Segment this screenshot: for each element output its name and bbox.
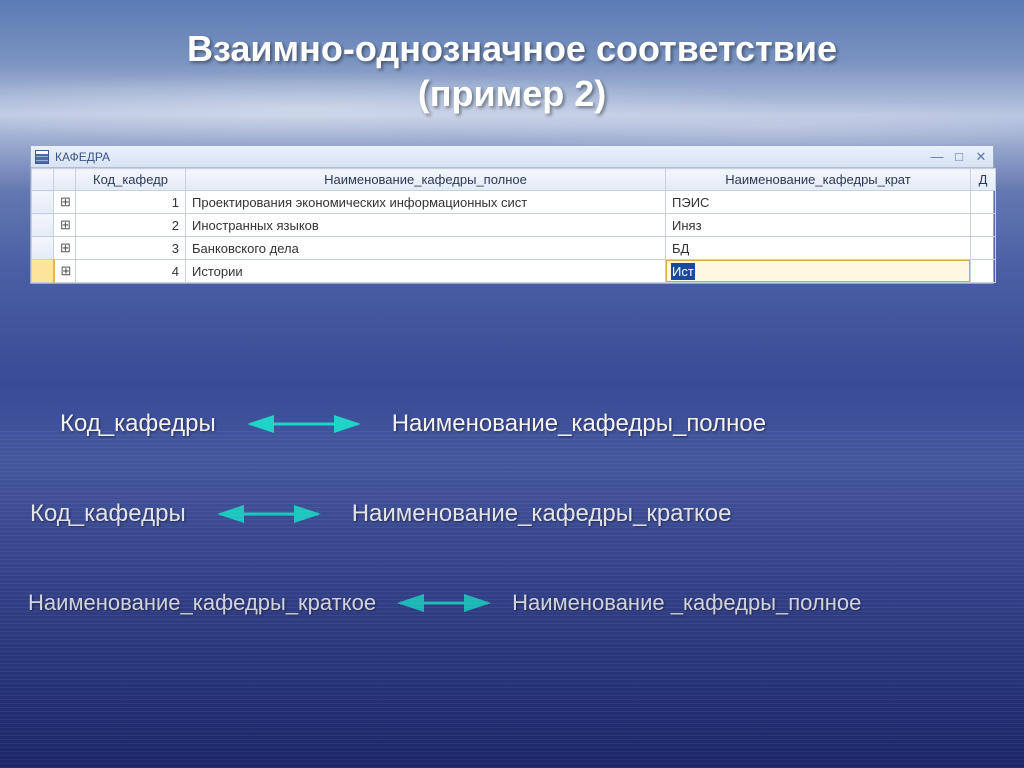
maximize-button[interactable]: □ [951, 149, 967, 165]
data-grid[interactable]: Код_кафедр Наименование_кафедры_полное Н… [31, 168, 996, 283]
expand-toggle[interactable]: ⊞ [54, 260, 76, 283]
row-selector[interactable] [32, 214, 54, 237]
expand-toggle[interactable]: ⊞ [54, 191, 76, 214]
expand-header[interactable] [54, 169, 76, 191]
relation-1-left: Код_кафедры [60, 410, 216, 438]
cell-last[interactable] [971, 260, 996, 283]
cell-full[interactable]: Проектирования экономических информацион… [186, 191, 666, 214]
double-arrow-icon [244, 414, 364, 434]
cell-code[interactable]: 4 [76, 260, 186, 283]
cell-last[interactable] [971, 191, 996, 214]
minimize-button[interactable]: — [929, 149, 945, 165]
db-titlebar[interactable]: КАФЕДРА — □ ✕ [31, 146, 993, 168]
cell-short[interactable]: ПЭИС [666, 191, 971, 214]
close-button[interactable]: ✕ [973, 149, 989, 165]
cell-full[interactable]: Истории [186, 260, 666, 283]
row-selector-header[interactable] [32, 169, 54, 191]
cell-short-editing[interactable]: Ист [666, 260, 971, 283]
relation-2: Код_кафедры Наименование_кафедры_краткое [0, 500, 1024, 528]
table-icon [35, 150, 49, 164]
table-row[interactable]: ⊞ 4 Истории Ист [32, 260, 996, 283]
relation-2-left: Код_кафедры [30, 500, 186, 528]
expand-toggle[interactable]: ⊞ [54, 214, 76, 237]
relation-3: Наименование_кафедры_краткое Наименовани… [0, 590, 1024, 616]
relation-1: Код_кафедры Наименование_кафедры_полное [0, 410, 1024, 438]
cell-code[interactable]: 3 [76, 237, 186, 260]
relation-3-left: Наименование_кафедры_краткое [28, 590, 376, 616]
row-selector[interactable] [32, 260, 54, 283]
db-table-name: КАФЕДРА [55, 150, 110, 164]
col-header-last[interactable]: Д [971, 169, 996, 191]
expand-toggle[interactable]: ⊞ [54, 237, 76, 260]
double-arrow-icon [214, 504, 324, 524]
col-header-code[interactable]: Код_кафедр [76, 169, 186, 191]
cell-last[interactable] [971, 214, 996, 237]
relation-2-right: Наименование_кафедры_краткое [352, 500, 732, 528]
cell-full[interactable]: Иностранных языков [186, 214, 666, 237]
cell-last[interactable] [971, 237, 996, 260]
row-selector[interactable] [32, 191, 54, 214]
table-row[interactable]: ⊞ 1 Проектирования экономических информа… [32, 191, 996, 214]
cell-full[interactable]: Банковского дела [186, 237, 666, 260]
editing-value[interactable]: Ист [671, 263, 695, 280]
table-row[interactable]: ⊞ 2 Иностранных языков Иняз [32, 214, 996, 237]
table-row[interactable]: ⊞ 3 Банковского дела БД [32, 237, 996, 260]
relation-3-right: Наименование _кафедры_полное [512, 590, 861, 616]
cell-short[interactable]: Иняз [666, 214, 971, 237]
db-table-window: КАФЕДРА — □ ✕ Код_кафедр Наименование_ка… [30, 145, 994, 284]
title-line1: Взаимно-однозначное соответствие [187, 28, 837, 69]
window-buttons: — □ ✕ [929, 149, 989, 165]
cell-code[interactable]: 2 [76, 214, 186, 237]
relation-1-right: Наименование_кафедры_полное [392, 410, 766, 438]
row-selector[interactable] [32, 237, 54, 260]
slide-title: Взаимно-однозначное соответствие (пример… [0, 26, 1024, 116]
col-header-short[interactable]: Наименование_кафедры_крат [666, 169, 971, 191]
title-line2: (пример 2) [418, 73, 607, 114]
double-arrow-icon [394, 593, 494, 613]
col-header-full[interactable]: Наименование_кафедры_полное [186, 169, 666, 191]
cell-short[interactable]: БД [666, 237, 971, 260]
cell-code[interactable]: 1 [76, 191, 186, 214]
header-row[interactable]: Код_кафедр Наименование_кафедры_полное Н… [32, 169, 996, 191]
